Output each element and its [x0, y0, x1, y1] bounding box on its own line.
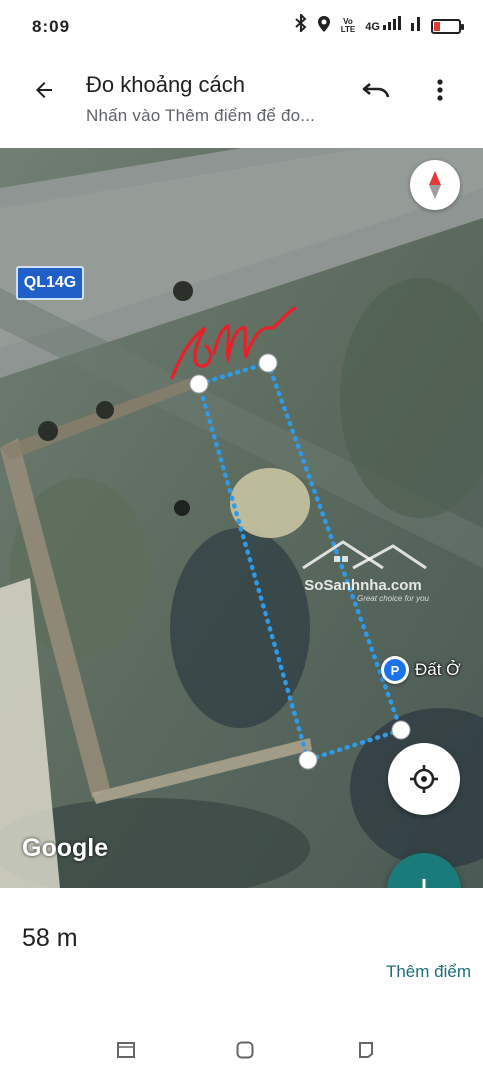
watermark-text: SoSanhnha.com	[304, 577, 422, 594]
recent-apps-icon	[117, 1042, 135, 1058]
system-nav-bar	[0, 1020, 483, 1080]
watermark-slogan: Great choice for you	[356, 594, 430, 603]
compass-icon	[429, 171, 441, 199]
road-label: QL14G	[16, 266, 84, 300]
status-bar: 8:09 Vo LTE 4G	[0, 0, 483, 56]
total-distance: 58 m	[22, 924, 78, 952]
home-button[interactable]	[231, 1036, 259, 1064]
signal-icon	[411, 16, 421, 36]
poi-marker[interactable]: P Đất Ở	[381, 656, 461, 684]
recent-apps-button[interactable]	[112, 1036, 140, 1064]
google-attribution: Google	[22, 834, 109, 862]
plus-icon	[422, 879, 426, 888]
battery-low-icon	[431, 18, 464, 34]
back-button[interactable]	[22, 68, 66, 112]
satellite-map[interactable]: QL14G SoSanhnha.com Great choice for you…	[0, 148, 483, 888]
parking-pin-icon: P	[381, 656, 409, 684]
volte-icon: Vo LTE	[340, 17, 356, 34]
arrow-back-icon	[36, 82, 52, 98]
more-vert-icon	[437, 79, 443, 101]
compass-button[interactable]	[410, 160, 460, 210]
watermark: SoSanhnha.com Great choice for you	[288, 538, 438, 603]
status-time: 8:09	[32, 17, 71, 36]
back-nav-button[interactable]	[352, 1036, 380, 1064]
crosshair-icon	[410, 765, 438, 793]
house-logo-icon	[302, 540, 427, 570]
home-icon	[236, 1041, 254, 1059]
page-title: Đo khoảng cách	[86, 72, 245, 97]
more-options-button[interactable]	[418, 68, 462, 112]
location-icon	[317, 15, 331, 38]
bluetooth-icon	[295, 12, 307, 38]
status-icons: Vo LTE 4G	[295, 12, 464, 38]
back-nav-icon	[359, 1042, 373, 1058]
my-location-button[interactable]	[388, 743, 460, 815]
undo-button[interactable]	[354, 68, 398, 112]
app-bar: Đo khoảng cách Nhấn vào Thêm điểm để đo.…	[0, 56, 483, 148]
poi-label: Đất Ở	[415, 660, 461, 679]
add-point-button[interactable]: Thêm điểm	[386, 962, 471, 982]
undo-icon	[362, 83, 390, 98]
signal-4g-icon: 4G	[365, 15, 401, 37]
page-subtitle: Nhấn vào Thêm điểm để đo...	[86, 106, 316, 125]
